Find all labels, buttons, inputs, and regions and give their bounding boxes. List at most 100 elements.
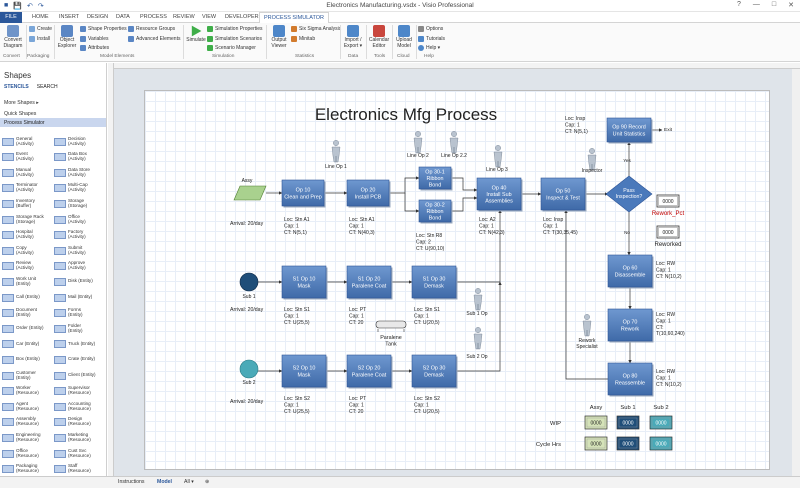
close-icon[interactable]: ✕: [788, 1, 794, 9]
stencil-shape[interactable]: Truck (Entity): [54, 337, 105, 352]
stencil-shape[interactable]: Crate (Entity): [54, 352, 105, 367]
stencil-shape[interactable]: Accounting (Resource): [54, 399, 105, 414]
stencil-shape[interactable]: Event (Activity): [2, 150, 53, 165]
minimize-icon[interactable]: —: [753, 1, 760, 9]
title-bar: ■ 💾 ↶ ↷ Electronics Manufacturing.vsdx -…: [0, 0, 800, 12]
stencil-shape[interactable]: Call (Entity): [2, 290, 53, 305]
stencil-shape[interactable]: Staff (Resource): [54, 462, 105, 477]
stencil-shape[interactable]: Review (Activity): [2, 259, 53, 274]
attributes-button[interactable]: Attributes: [80, 45, 109, 51]
stencil-shape[interactable]: Inventory (Buffer): [2, 196, 53, 211]
tab-data[interactable]: DATA: [116, 14, 130, 20]
stencil-shape[interactable]: Data Box (Activity): [54, 150, 105, 165]
stencil-shape[interactable]: Mail (Entity): [54, 290, 105, 305]
stencil-shape-icon: [54, 262, 66, 271]
stencil-shape-icon: [54, 293, 66, 302]
variables-button[interactable]: Variables: [80, 36, 108, 42]
page-tab-all[interactable]: All ▾: [184, 479, 194, 485]
object-explorer-button[interactable]: Object Explorer: [57, 25, 77, 50]
stencil-shape[interactable]: Decision (Activity): [54, 134, 105, 149]
stencil-shape[interactable]: Copy (Activity): [2, 243, 53, 258]
tutorials-button[interactable]: Tutorials: [418, 36, 445, 42]
scenario-manager-button[interactable]: Scenario Manager: [207, 45, 256, 51]
tab-view[interactable]: VIEW: [202, 14, 216, 20]
stencil-shape[interactable]: Agent (Resource): [2, 399, 53, 414]
simulation-properties-button[interactable]: Simulation Properties: [207, 26, 263, 32]
page-tab-model[interactable]: Model: [157, 479, 172, 485]
tab-insert[interactable]: INSERT: [59, 14, 79, 20]
tab-home[interactable]: HOME: [32, 14, 49, 20]
stencil-shape[interactable]: Factory (Activity): [54, 228, 105, 243]
minitab-button[interactable]: Minitab: [291, 36, 315, 42]
stencil-shape[interactable]: Car (Entity): [2, 337, 53, 352]
stencil-shape[interactable]: Client (Entity): [54, 368, 105, 383]
resource-groups-button[interactable]: Resource Groups: [128, 26, 175, 32]
stencil-shape-label: Car (Entity): [16, 340, 40, 346]
activity-op301[interactable]: Op 30-1 Ribbon Bond: [418, 166, 453, 191]
stencil-shape[interactable]: Marketing (Resource): [54, 430, 105, 445]
tab-design[interactable]: DESIGN: [87, 14, 108, 20]
stencil-shape[interactable]: Terminator (Activity): [2, 181, 53, 196]
advanced-elements-button[interactable]: Advanced Elements: [128, 36, 180, 42]
tab-developer[interactable]: DEVELOPER: [225, 14, 259, 20]
install-button[interactable]: Install: [29, 36, 50, 42]
tab-stencils[interactable]: STENCILS: [4, 84, 29, 90]
stencil-shape[interactable]: Office (Activity): [54, 212, 105, 227]
stencil-shape[interactable]: Engineering (Resource): [2, 430, 53, 445]
window-buttons: ? — □ ✕: [737, 1, 794, 9]
stencil-shape[interactable]: Storage (Storage): [54, 196, 105, 211]
stencil-shape-icon: [2, 449, 14, 458]
stencil-shape[interactable]: Storage Rack (Storage): [2, 212, 53, 227]
stencil-shape[interactable]: General (Activity): [2, 134, 53, 149]
stencil-shape[interactable]: Work Unit (Entity): [2, 274, 53, 289]
counter-reworked[interactable]: 0000 Reworked: [654, 225, 682, 248]
upload-model-button[interactable]: Upload Model: [394, 25, 414, 50]
calendar-editor-button[interactable]: Calendar Editor: [368, 25, 390, 50]
stencil-shape[interactable]: Document (Entity): [2, 306, 53, 321]
options-button[interactable]: Options: [418, 26, 443, 32]
stencil-shape[interactable]: Order (Entity): [2, 321, 53, 336]
page-tab-instructions[interactable]: Instructions: [118, 479, 145, 485]
tab-review[interactable]: REVIEW: [173, 14, 195, 20]
import-export-button[interactable]: Import / Export ▾: [342, 25, 364, 50]
stencil-shape[interactable]: Assembly (Resource): [2, 415, 53, 430]
vertical-scrollbar[interactable]: [792, 69, 800, 476]
six-sigma-icon: [291, 26, 297, 32]
help-icon[interactable]: ?: [737, 1, 741, 9]
create-button[interactable]: Create: [29, 26, 52, 32]
stencil-process-simulator[interactable]: Process Simulator: [0, 118, 106, 127]
more-shapes-link[interactable]: More Shapes ▸: [4, 100, 39, 106]
stencil-shape[interactable]: Approve (Activity): [54, 259, 105, 274]
help-button[interactable]: Help ▾: [418, 45, 440, 51]
maximize-icon[interactable]: □: [772, 1, 776, 9]
stencil-shape[interactable]: Worker (Resource): [2, 384, 53, 399]
add-page-icon[interactable]: ⊕: [205, 479, 209, 485]
stencil-shape[interactable]: Folder (Entity): [54, 321, 105, 336]
output-viewer-button[interactable]: Output Viewer: [268, 25, 290, 50]
convert-diagram-button[interactable]: Convert Diagram: [3, 25, 23, 50]
stencil-shape[interactable]: Supervisor (Resource): [54, 384, 105, 399]
stencil-shape[interactable]: Submit (Activity): [54, 243, 105, 258]
stencil-shape[interactable]: Customer (Entity): [2, 368, 53, 383]
stencil-shape[interactable]: Disk (Entity): [54, 274, 105, 289]
stencil-shape[interactable]: Box (Entity): [2, 352, 53, 367]
simulate-button[interactable]: Simulate: [186, 25, 206, 44]
stencil-shape-icon: [54, 402, 66, 411]
shape-properties-button[interactable]: Shape Properties: [80, 26, 127, 32]
stencil-shape[interactable]: Packaging (Resource): [2, 462, 53, 477]
stencil-shape[interactable]: Data Store (Activity): [54, 165, 105, 180]
stencil-shape[interactable]: Forms (Entity): [54, 306, 105, 321]
stencil-shape[interactable]: Cust Svc (Resource): [54, 446, 105, 461]
stencil-shape[interactable]: Multi-Cap (Activity): [54, 181, 105, 196]
tab-search[interactable]: SEARCH: [37, 84, 58, 90]
stencil-shape[interactable]: Office (Resource): [2, 446, 53, 461]
stencil-shape[interactable]: Design (Resource): [54, 415, 105, 430]
stencil-shape[interactable]: Manual (Activity): [2, 165, 53, 180]
stencil-shape-label: Customer (Entity): [16, 369, 36, 380]
stencil-shape[interactable]: Hospital (Activity): [2, 228, 53, 243]
tab-process[interactable]: PROCESS: [140, 14, 167, 20]
tab-file[interactable]: FILE: [0, 12, 22, 23]
quick-shapes-link[interactable]: Quick Shapes: [4, 111, 36, 117]
simulation-scenarios-button[interactable]: Simulation Scenarios: [207, 36, 262, 42]
six-sigma-button[interactable]: Six Sigma Analysis: [291, 26, 341, 32]
